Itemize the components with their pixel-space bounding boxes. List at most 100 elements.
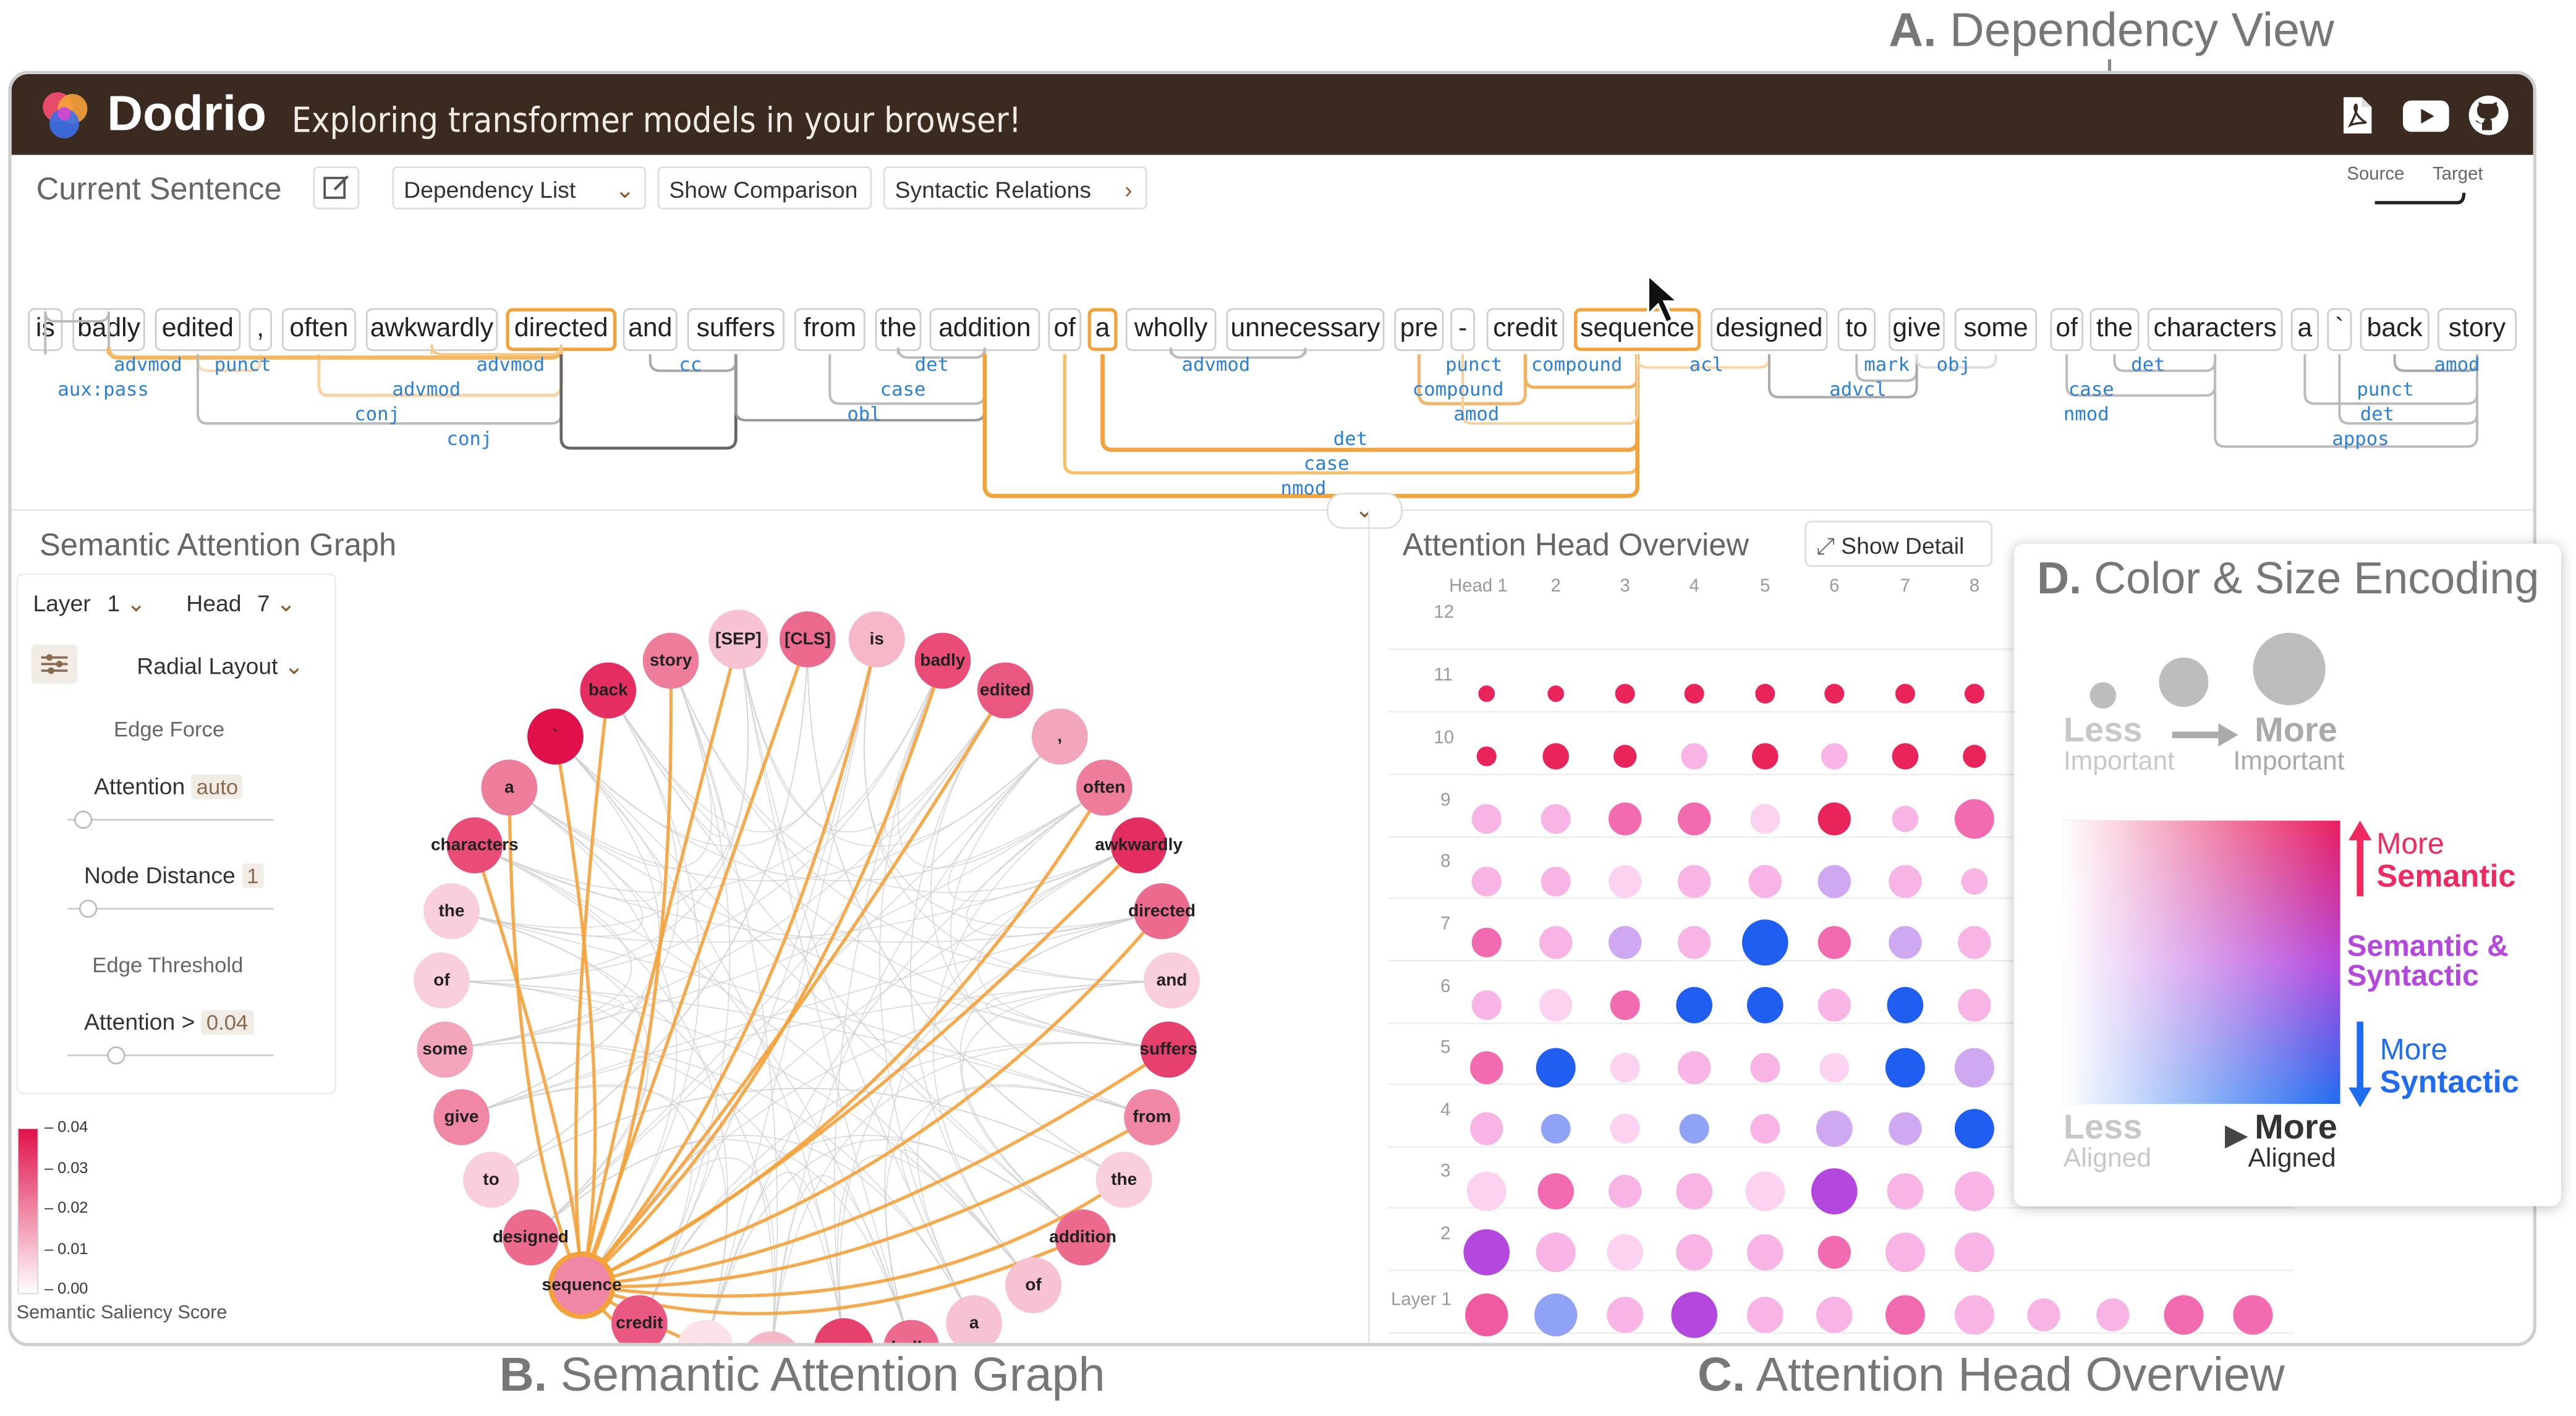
layout-select[interactable]: Radial Layout ⌄	[137, 653, 304, 680]
attention-head-cell[interactable]	[1610, 990, 1640, 1020]
attention-head-cell[interactable]	[1964, 684, 1984, 704]
attention-head-cell[interactable]	[1755, 684, 1775, 704]
threshold-slider[interactable]	[67, 1054, 274, 1056]
attention-head-cell[interactable]	[1887, 986, 1924, 1024]
attention-head-cell[interactable]	[1471, 990, 1502, 1020]
attention-head-cell[interactable]	[1541, 804, 1571, 834]
attention-head-cell[interactable]	[1539, 988, 1573, 1022]
attention-head-cell[interactable]	[1889, 865, 1922, 898]
attention-head-cell[interactable]	[1466, 1171, 1507, 1211]
attention-head-cell[interactable]	[1471, 804, 1502, 834]
attention-head-cell[interactable]	[1470, 1051, 1503, 1085]
attention-head-cell[interactable]	[1958, 988, 1991, 1022]
attention-head-cell[interactable]	[1745, 1171, 1785, 1211]
attention-head-cell[interactable]	[1887, 1173, 1924, 1210]
attention-head-cell[interactable]	[1609, 865, 1642, 898]
attention-head-cell[interactable]	[2096, 1298, 2130, 1332]
attention-head-cell[interactable]	[1885, 1048, 1925, 1088]
attention-head-cell[interactable]	[1750, 1114, 1780, 1144]
attention-head-cell[interactable]	[1819, 1053, 1850, 1083]
attention-head-cell[interactable]	[1885, 1232, 1925, 1273]
attention-head-cell[interactable]	[1746, 1297, 1783, 1333]
attention-head-cell[interactable]	[1817, 802, 1851, 836]
attention-head-cell[interactable]	[1954, 1048, 1994, 1088]
attention-head-cell[interactable]	[2027, 1298, 2060, 1332]
attention-head-cell[interactable]	[1676, 986, 1712, 1024]
attention-head-cell[interactable]	[1958, 926, 1991, 959]
attention-head-cell[interactable]	[1895, 684, 1915, 704]
attention-head-cell[interactable]	[1889, 926, 1922, 959]
attention-head-cell[interactable]	[1676, 1234, 1712, 1271]
attention-head-cell[interactable]	[1677, 865, 1711, 898]
attention-head-cell[interactable]	[1677, 926, 1711, 959]
show-detail-button[interactable]: ⤢ Show Detail	[1804, 520, 1993, 567]
attention-head-cell[interactable]	[1613, 745, 1637, 768]
attention-head-cell[interactable]	[1536, 1232, 1576, 1273]
attention-head-cell[interactable]	[1892, 743, 1919, 770]
attention-head-cell[interactable]	[1750, 804, 1780, 834]
attention-head-cell[interactable]	[1471, 867, 1502, 897]
attention-head-cell[interactable]	[1539, 926, 1573, 959]
attention-head-cell[interactable]	[1537, 1173, 1575, 1210]
attention-head-cell[interactable]	[1954, 1171, 1994, 1211]
attention-head-cell[interactable]	[1824, 684, 1845, 704]
attention-head-cell[interactable]	[1676, 1173, 1712, 1210]
attention-head-cell[interactable]	[1817, 1236, 1851, 1269]
attention-head-cell[interactable]	[1746, 986, 1783, 1024]
attention-head-cell[interactable]	[1750, 1053, 1780, 1083]
graph-node[interactable]	[742, 1331, 801, 1343]
attention-head-cell[interactable]	[1741, 919, 1788, 966]
attention-head-cell[interactable]	[1536, 1048, 1576, 1088]
settings-toggle-button[interactable]	[31, 644, 78, 684]
attention-head-cell[interactable]	[1677, 802, 1711, 836]
attention-head-cell[interactable]	[1889, 1112, 1922, 1145]
attention-force-handle[interactable]	[74, 810, 93, 829]
attention-head-cell[interactable]	[1541, 1114, 1571, 1144]
attention-head-cell[interactable]	[1681, 743, 1707, 770]
attention-head-cell[interactable]	[2164, 1295, 2204, 1335]
threshold-handle[interactable]	[107, 1046, 125, 1065]
attention-head-cell[interactable]	[1610, 1114, 1640, 1144]
attention-head-cell[interactable]	[1471, 927, 1502, 957]
attention-head-cell[interactable]	[1463, 1229, 1510, 1276]
attention-head-cell[interactable]	[1885, 1295, 1925, 1335]
attention-head-cell[interactable]	[1746, 1234, 1783, 1271]
attention-head-cell[interactable]	[1610, 1053, 1640, 1083]
attention-head-cell[interactable]	[1954, 799, 1994, 839]
node-distance-slider[interactable]	[67, 907, 274, 910]
attention-head-cell[interactable]	[1478, 685, 1495, 702]
attention-head-cell[interactable]	[1748, 865, 1782, 898]
attention-head-cell[interactable]	[1609, 1174, 1642, 1208]
attention-head-cell[interactable]	[1679, 1114, 1709, 1144]
attention-head-cell[interactable]	[1609, 802, 1642, 836]
head-select[interactable]: 7 ⌄	[257, 590, 295, 617]
attention-head-cell[interactable]	[1963, 745, 1986, 768]
attention-head-cell[interactable]	[1615, 684, 1635, 704]
attention-head-cell[interactable]	[1751, 743, 1779, 770]
attention-head-cell[interactable]	[1534, 1293, 1578, 1337]
attention-head-cell[interactable]	[1954, 1295, 1994, 1335]
attention-head-cell[interactable]	[1547, 685, 1565, 702]
attention-head-cell[interactable]	[1816, 1110, 1853, 1147]
attention-head-cell[interactable]	[1476, 746, 1497, 766]
attention-head-cell[interactable]	[1811, 1168, 1858, 1215]
attention-head-cell[interactable]	[1541, 867, 1571, 897]
attention-head-cell[interactable]	[1609, 926, 1642, 959]
attention-head-cell[interactable]	[1465, 1293, 1508, 1337]
attention-head-cell[interactable]	[1470, 1112, 1503, 1145]
attention-head-cell[interactable]	[1677, 1051, 1711, 1085]
attention-head-cell[interactable]	[1892, 805, 1919, 833]
attention-head-cell[interactable]	[1961, 868, 1988, 895]
attention-head-cell[interactable]	[1817, 988, 1851, 1022]
attention-head-cell[interactable]	[1821, 743, 1848, 770]
attention-head-cell[interactable]	[2233, 1295, 2273, 1335]
attention-head-cell[interactable]	[1954, 1109, 1994, 1149]
attention-head-cell[interactable]	[1684, 684, 1704, 704]
attention-head-cell[interactable]	[1542, 743, 1570, 770]
attention-head-cell[interactable]	[1816, 1297, 1853, 1333]
attention-force-slider[interactable]	[67, 819, 274, 821]
attention-head-cell[interactable]	[1817, 865, 1851, 898]
attention-head-cell[interactable]	[1671, 1292, 1717, 1338]
attention-head-cell[interactable]	[1607, 1234, 1644, 1271]
attention-head-cell[interactable]	[1954, 1232, 1994, 1273]
